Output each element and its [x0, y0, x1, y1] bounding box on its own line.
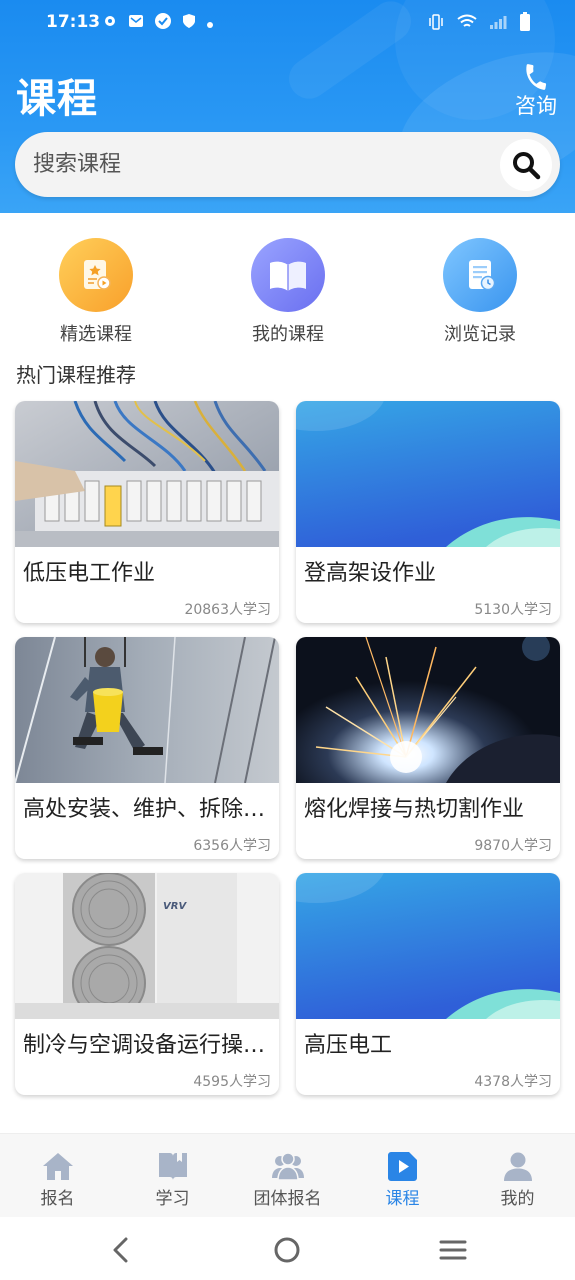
course-card[interactable]: VRV 制冷与空调设备运行操作作业 4595人学习 — [15, 873, 279, 1095]
window-cleaner-photo — [15, 637, 279, 783]
course-card[interactable]: 低压电工作业 20863人学习 — [15, 401, 279, 623]
ac-unit-photo: VRV — [15, 873, 279, 1019]
course-learners: 6356人学习 — [193, 838, 271, 854]
quick-entry-history[interactable]: 浏览记录 — [410, 238, 550, 346]
consult-button[interactable]: 咨询 — [511, 62, 561, 120]
book-icon — [158, 1153, 187, 1180]
nav-tab-label: 团体报名 — [253, 1189, 322, 1209]
blue-gradient-placeholder — [296, 873, 560, 1019]
nav-tab-group-register[interactable]: 团体报名 — [230, 1134, 345, 1218]
welding-sparks-photo — [296, 637, 560, 783]
nav-tab-study[interactable]: 学习 — [115, 1134, 230, 1218]
course-learners: 4378人学习 — [474, 1074, 552, 1090]
electrical-panel-photo — [15, 401, 279, 547]
signal-icon — [489, 14, 507, 36]
quick-entries: 精选课程 我的课程 浏览记录 — [0, 238, 575, 348]
search-button[interactable] — [500, 139, 552, 191]
course-title: 高处安装、维护、拆除作业 — [23, 797, 271, 822]
mail-icon — [128, 13, 144, 35]
play-icon — [387, 1152, 417, 1181]
course-card[interactable]: 熔化焊接与热切割作业 9870人学习 — [296, 637, 560, 859]
course-title: 熔化焊接与热切割作业 — [304, 797, 525, 822]
quick-entry-label: 我的课程 — [252, 324, 324, 345]
system-nav-bar — [0, 1217, 575, 1280]
nav-tab-label: 课程 — [385, 1189, 420, 1209]
search-icon — [513, 152, 541, 180]
quick-entry-label: 精选课程 — [60, 324, 132, 345]
group-icon — [271, 1152, 304, 1181]
history-doc-icon — [443, 238, 517, 312]
consult-label: 咨询 — [515, 94, 557, 118]
quick-entry-my-courses[interactable]: 我的课程 — [218, 238, 358, 346]
status-bar: 17:13 — [0, 0, 575, 48]
search-bar — [15, 132, 560, 197]
check-circle-icon — [154, 12, 172, 36]
section-title: 热门课程推荐 — [16, 363, 136, 387]
nav-tab-label: 学习 — [155, 1189, 190, 1209]
course-learners: 20863人学习 — [184, 602, 271, 618]
status-time: 17:13 — [46, 12, 101, 32]
bottom-nav: 报名 学习 团体报名 课程 我的 — [0, 1133, 575, 1217]
course-card[interactable]: 高处安装、维护、拆除作业 6356人学习 — [15, 637, 279, 859]
course-card[interactable]: 登高架设作业 5130人学习 — [296, 401, 560, 623]
course-title: 高压电工 — [304, 1033, 393, 1058]
menu-icon[interactable] — [436, 1233, 470, 1267]
wifi-icon — [457, 14, 477, 36]
status-icons-left — [102, 12, 214, 36]
user-icon — [503, 1152, 532, 1181]
blue-gradient-placeholder — [296, 401, 560, 547]
course-card[interactable]: 高压电工 4378人学习 — [296, 873, 560, 1095]
gear-icon — [102, 13, 118, 35]
nav-tab-register[interactable]: 报名 — [0, 1134, 115, 1218]
battery-icon — [519, 12, 531, 38]
nav-tab-mine[interactable]: 我的 — [460, 1134, 575, 1218]
back-icon[interactable] — [104, 1233, 138, 1267]
course-title: 低压电工作业 — [23, 561, 156, 586]
svg-text:VRV: VRV — [163, 901, 187, 912]
dot-icon — [206, 13, 214, 35]
book-open-icon — [251, 238, 325, 312]
course-title: 制冷与空调设备运行操作作业 — [23, 1033, 271, 1058]
quick-entry-label: 浏览记录 — [444, 324, 516, 345]
home-circle-icon[interactable] — [270, 1233, 304, 1267]
phone-icon — [526, 64, 547, 90]
header: 17:13 课程 咨询 搜索课程 — [0, 0, 575, 213]
course-learners: 4595人学习 — [193, 1074, 271, 1090]
home-icon — [42, 1153, 73, 1180]
vibrate-icon — [427, 14, 445, 36]
status-icons-right — [427, 12, 531, 38]
course-learners: 9870人学习 — [474, 838, 552, 854]
quick-entry-featured[interactable]: 精选课程 — [26, 238, 166, 346]
nav-tab-label: 报名 — [40, 1189, 75, 1209]
nav-tab-courses[interactable]: 课程 — [345, 1134, 460, 1218]
nav-tab-label: 我的 — [500, 1189, 535, 1209]
shield-icon — [182, 13, 196, 35]
search-input[interactable] — [33, 132, 493, 197]
featured-course-icon — [59, 238, 133, 312]
page-title: 课程 — [16, 76, 98, 122]
course-title: 登高架设作业 — [304, 561, 437, 586]
course-learners: 5130人学习 — [474, 602, 552, 618]
